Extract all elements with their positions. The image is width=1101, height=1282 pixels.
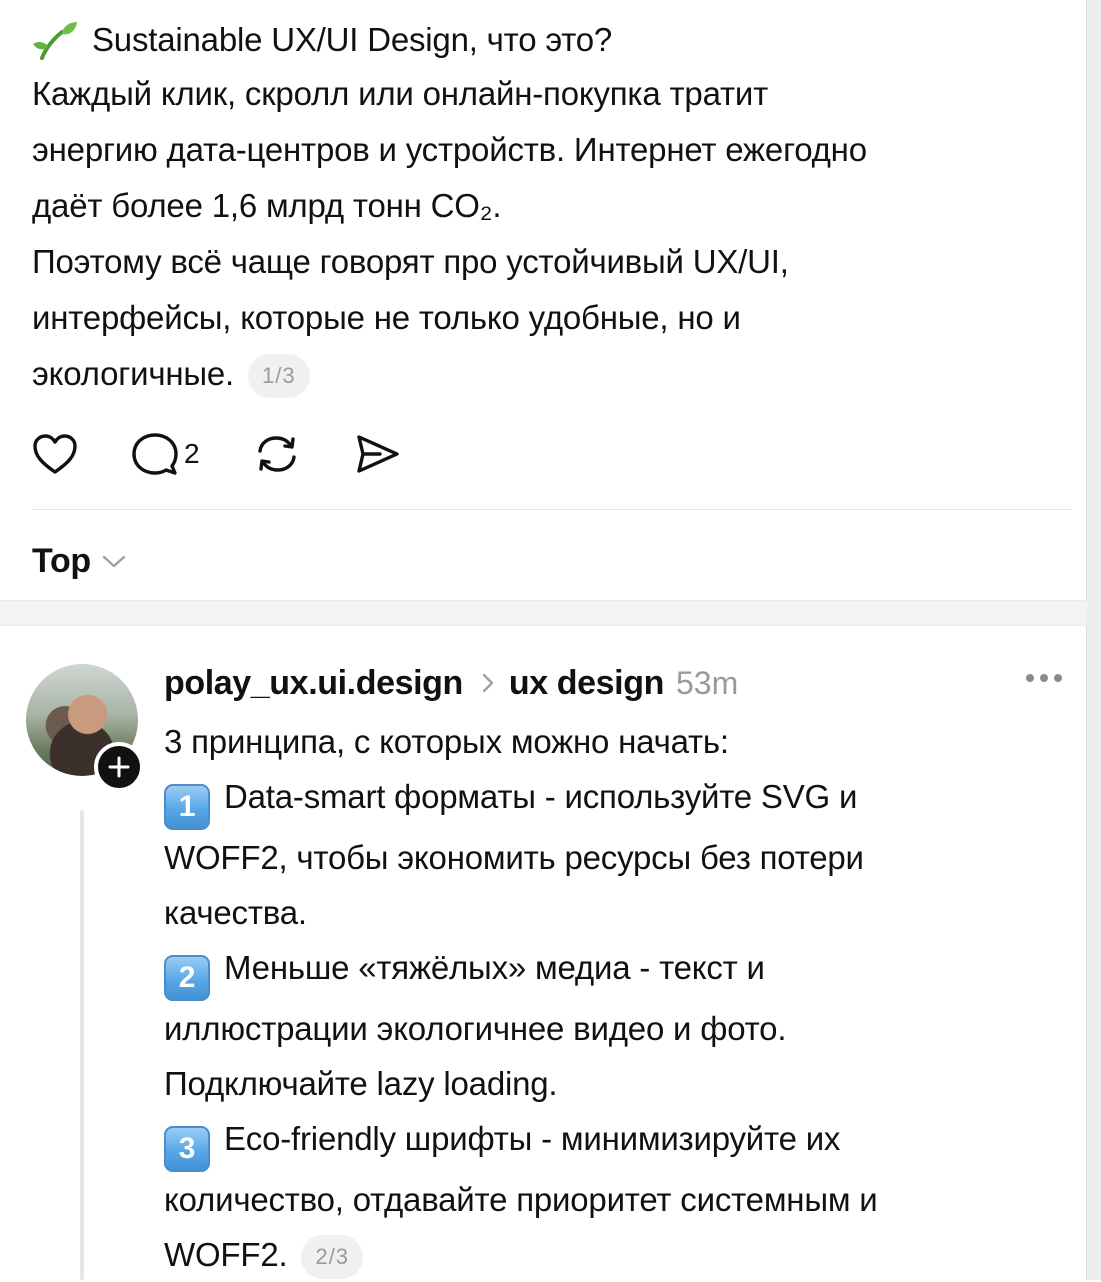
keycap-3-icon: 3 xyxy=(164,1126,210,1172)
thread-line xyxy=(80,810,84,1280)
reply-body: 3 принципа, с которых можно начать: 1 Dat… xyxy=(164,714,1074,1282)
follow-button[interactable] xyxy=(94,742,144,792)
post-paragraph-2: Поэтому всё чаще говорят про устойчивый … xyxy=(32,234,1072,402)
section-separator xyxy=(0,600,1087,626)
reply-intro: 3 принципа, с которых можно начать: xyxy=(164,723,729,760)
page-counter-badge[interactable]: 2/3 xyxy=(301,1235,364,1280)
topic-tag[interactable]: ux design xyxy=(509,664,665,703)
list-item: 2 Меньше «тяжёлых» медиа - текст и иллюст… xyxy=(164,949,787,1102)
keycap-2-icon: 2 xyxy=(164,955,210,1001)
more-options-icon[interactable] xyxy=(1026,674,1062,682)
sort-label: Top xyxy=(32,542,91,580)
heart-icon xyxy=(33,434,77,474)
comment-icon xyxy=(132,433,178,475)
post-paragraph-1: Каждый клик, скролл или онлайн-покупка т… xyxy=(32,75,867,224)
comment-button[interactable]: 2 xyxy=(132,432,200,476)
seedling-icon xyxy=(33,22,77,60)
reply-post: polay_ux.ui.design ux design 53m 3 принц… xyxy=(164,656,1074,1282)
reply-header: polay_ux.ui.design ux design 53m xyxy=(164,656,1074,710)
repost-button[interactable] xyxy=(254,433,300,475)
chevron-right-icon xyxy=(482,673,494,693)
divider xyxy=(32,509,1072,510)
list-item: 1 Data-smart форматы - используйте SVG и … xyxy=(164,778,864,931)
send-icon xyxy=(356,435,399,473)
post-actions: 2 xyxy=(32,424,454,484)
keycap-1-icon: 1 xyxy=(164,784,210,830)
timestamp: 53m xyxy=(675,664,739,701)
like-button[interactable] xyxy=(32,433,78,475)
chevron-down-icon xyxy=(102,555,126,567)
plus-icon xyxy=(108,756,130,778)
list-item: 3 Eco-friendly шрифты - минимизируйте их … xyxy=(164,1111,1074,1282)
sort-dropdown[interactable]: Top xyxy=(32,542,127,581)
page-counter-badge[interactable]: 1/3 xyxy=(247,354,310,399)
scrollbar-track xyxy=(1086,0,1101,1280)
post-title: Sustainable UX/UI Design, что это? xyxy=(32,14,1072,66)
comment-count: 2 xyxy=(184,438,200,469)
main-post: Sustainable UX/UI Design, что это? Кажды… xyxy=(32,14,1072,402)
repost-icon xyxy=(257,436,296,472)
username[interactable]: polay_ux.ui.design xyxy=(164,664,463,703)
share-button[interactable] xyxy=(354,433,400,475)
